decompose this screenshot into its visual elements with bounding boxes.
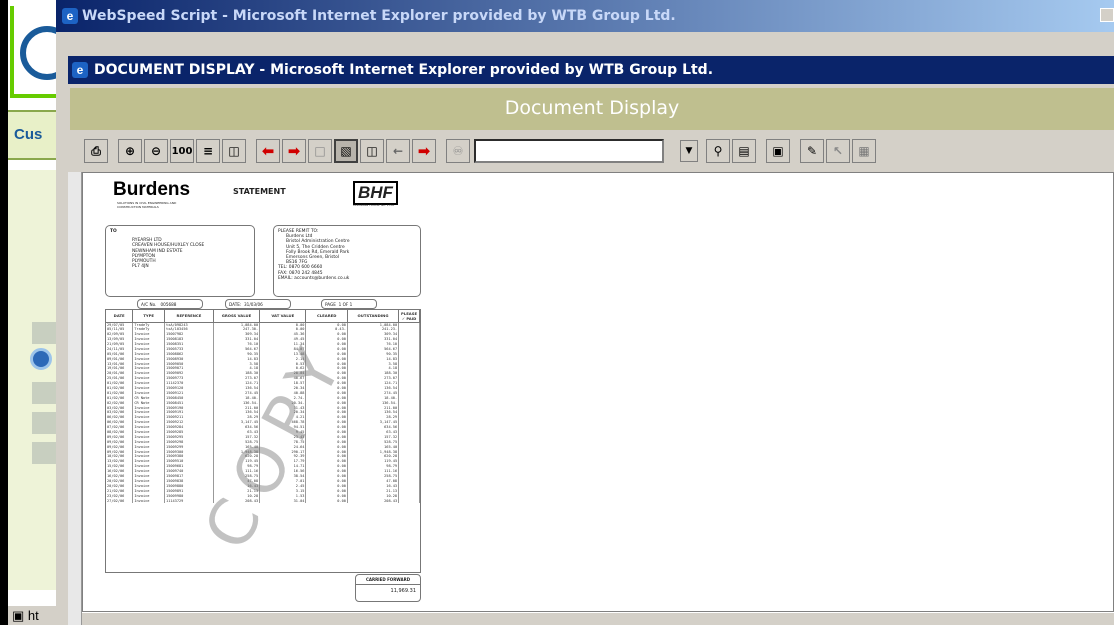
table-cell: 208.43 — [347, 498, 400, 503]
location-dropdown-button[interactable]: ▼ — [680, 140, 698, 162]
table-column-header: GROSS VALUE — [213, 310, 261, 323]
remit-line: EMAIL: accounts@burdens.co.uk — [278, 275, 350, 281]
table-cell — [398, 498, 420, 503]
to-address-box: TO RYEARSH LTD CREAVEN HOUSE/HUXLEY CLOS… — [105, 225, 255, 297]
page-box: PAGE 1 OF 1 — [321, 299, 377, 309]
zoom-in-button[interactable]: ⊕ — [118, 139, 142, 163]
table-column-header: TYPE — [132, 310, 166, 323]
arrow-left-icon: ← — [392, 144, 404, 158]
select-button[interactable]: ↖ — [826, 139, 850, 163]
ac-label: A/C No. — [141, 302, 157, 307]
table-header-row: DATE TYPE REFERENCE GROSS VALUE VAT VALUE CLE… — [106, 310, 420, 323]
lines-icon: ≡ — [202, 144, 214, 158]
burdens-logo: Burdens — [113, 179, 191, 200]
text-tool-icon: □ — [314, 144, 326, 158]
ie-icon: e — [62, 8, 78, 24]
viewer-toolbar: ⎙ ⊕ ⊖ 100 ≡ ◫ ⬅ ➡ □ ▧ ◫ ← ➡ ♾ ▼ ⚲ ▤ ▣ ✎ … — [70, 130, 1114, 172]
document-display-header: Document Display — [70, 88, 1114, 130]
statement-heading: STATEMENT — [233, 187, 286, 196]
carried-forward-value: 11,969.31 — [390, 588, 416, 594]
find-button[interactable]: ⚲ — [706, 139, 730, 163]
zoom-out-button[interactable]: ⊖ — [144, 139, 168, 163]
arrow-right-icon: ➡ — [417, 142, 431, 160]
document-pane: Burdens SOLUTIONS IN CIVIL ENGINEERING A… — [82, 172, 1114, 612]
zoom-100-label: 100 — [171, 145, 193, 157]
remit-address-box: PLEASE REMIT TO: Burdens Ltd Bristol Adm… — [273, 225, 421, 297]
pencil-icon: ✎ — [806, 144, 818, 158]
zoom-100-button[interactable]: 100 — [170, 139, 194, 163]
last-page-button[interactable]: ➡ — [282, 139, 306, 163]
single-page-icon: ▧ — [340, 144, 352, 158]
horizontal-scrollbar[interactable] — [82, 612, 1114, 625]
address-line: PL7 4JN — [132, 264, 149, 270]
table-column-header: VAT VALUE — [259, 310, 307, 323]
two-page-icon: ◫ — [366, 144, 378, 158]
table-column-header: PLEASE ✓ PAID — [398, 310, 420, 323]
ac-value: 005688 — [160, 302, 177, 307]
table-column-header: OUTSTANDING — [347, 310, 400, 323]
taskbar-label: ht — [27, 608, 39, 623]
disk-icon: ▦ — [858, 144, 870, 158]
zoom-in-icon: ⊕ — [124, 144, 136, 158]
outer-title-bar[interactable]: e WebSpeed Script - Microsoft Internet E… — [56, 0, 1114, 32]
arrow-right-icon: ➡ — [287, 142, 301, 160]
account-number-box: A/C No. 005688 — [137, 299, 203, 309]
fit-page-button[interactable]: ◫ — [222, 139, 246, 163]
to-address-lines: RYEARSH LTD CREAVEN HOUSE/HUXLEY CLOSE N… — [110, 238, 250, 269]
burdens-tagline: SOLUTIONS IN CIVIL ENGINEERING AND CONST… — [117, 201, 177, 209]
outer-window-title: WebSpeed Script - Microsoft Internet Exp… — [82, 8, 676, 24]
binoculars-icon: ⚲ — [713, 144, 723, 158]
location-input[interactable] — [474, 139, 664, 163]
folder-icon: ▤ — [738, 144, 750, 158]
minimize-button[interactable] — [1100, 8, 1114, 22]
edit-button[interactable]: ✎ — [800, 139, 824, 163]
printer-icon: ⎙ — [91, 143, 101, 158]
page-value: 1 OF 1 — [338, 302, 353, 307]
inner-title-bar[interactable]: e DOCUMENT DISPLAY - Microsoft Internet … — [68, 56, 1114, 84]
page-icon: ◫ — [228, 144, 240, 158]
bhf-subtitle: CLEARING HOUSE No. 1700 — [353, 203, 395, 207]
first-page-button[interactable]: ⬅ — [256, 139, 280, 163]
to-label: TO — [110, 229, 117, 234]
table-cell: Invoice — [132, 498, 166, 503]
text-select-button[interactable]: □ — [308, 139, 332, 163]
table-column-header: DATE — [106, 310, 134, 323]
inner-window-title: DOCUMENT DISPLAY - Microsoft Internet Ex… — [94, 62, 714, 78]
fit-width-button[interactable]: ≡ — [196, 139, 220, 163]
two-page-button[interactable]: ◫ — [360, 139, 384, 163]
carried-forward-box: CARRIED FORWARD 11,969.31 — [355, 574, 421, 602]
bhf-logo: BHF — [353, 181, 398, 205]
properties-icon: ▣ — [772, 144, 784, 158]
inner-ie-window: e DOCUMENT DISPLAY - Microsoft Internet … — [68, 56, 1114, 625]
ie-icon: e — [72, 62, 88, 78]
vertical-scrollbar[interactable] — [68, 172, 82, 625]
chevron-down-icon: ▼ — [685, 146, 693, 156]
table-column-header: REFERENCE — [164, 310, 214, 323]
zoom-out-icon: ⊖ — [150, 144, 162, 158]
carried-forward-label: CARRIED FORWARD — [356, 575, 420, 585]
table-column-header: CLEARED — [305, 310, 348, 323]
forward-button[interactable]: ➡ — [412, 139, 436, 163]
open-button[interactable]: ▤ — [732, 139, 756, 163]
link-button[interactable]: ♾ — [446, 139, 470, 163]
properties-button[interactable]: ▣ — [766, 139, 790, 163]
cursor-icon: ↖ — [832, 144, 844, 158]
back-button[interactable]: ← — [386, 139, 410, 163]
arrow-left-icon: ⬅ — [261, 142, 275, 160]
save-button[interactable]: ▦ — [852, 139, 876, 163]
print-button[interactable]: ⎙ — [84, 139, 108, 163]
date-label: DATE: — [229, 302, 242, 307]
link-icon: ♾ — [452, 144, 464, 158]
table-cell: 0.00 — [305, 498, 348, 503]
date-value: 31/03/06 — [243, 302, 263, 307]
ie-globe-icon[interactable] — [30, 348, 52, 370]
single-page-button[interactable]: ▧ — [334, 139, 358, 163]
table-cell: 27/02/06 — [106, 498, 134, 503]
date-box: DATE: 31/03/06 — [225, 299, 291, 309]
ie-icon: ▣ — [12, 608, 28, 623]
statement-page: Burdens SOLUTIONS IN CIVIL ENGINEERING A… — [103, 177, 423, 607]
page-label: PAGE — [325, 302, 336, 307]
